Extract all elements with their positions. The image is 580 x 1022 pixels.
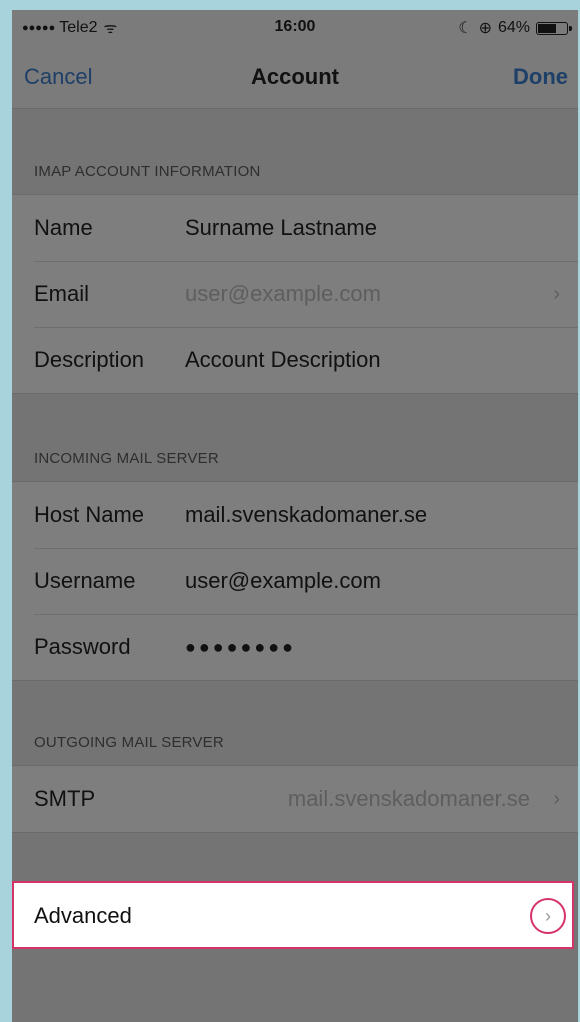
email-label: Email [34, 281, 90, 306]
battery-fill [538, 23, 556, 33]
description-row[interactable]: Description Account Description [12, 327, 578, 393]
outgoing-group: SMTP mail.svenskadomaner.se › [12, 765, 578, 833]
username-row[interactable]: Username user@example.com [12, 548, 578, 614]
phone-screen: ●●●●● Tele2 ᯤ 16:00 ☾ ⊕ 64% Cancel Accou… [12, 10, 578, 1022]
advanced-row[interactable]: Advanced › [12, 881, 574, 949]
email-field[interactable]: user@example.com [185, 281, 381, 307]
navigation-bar: Cancel Account Done [12, 46, 578, 109]
username-label: Username [34, 568, 136, 593]
section-header-imap: IMAP ACCOUNT INFORMATION [34, 163, 261, 180]
smtp-row[interactable]: SMTP mail.svenskadomaner.se › [12, 766, 578, 832]
password-field[interactable]: ●●●●●●●● [185, 637, 296, 658]
host-name-row[interactable]: Host Name mail.svenskadomaner.se [12, 482, 578, 548]
chevron-right-icon: › [545, 905, 551, 926]
name-field[interactable]: Surname Lastname [185, 215, 377, 241]
page-title: Account [251, 64, 339, 89]
status-bar: ●●●●● Tele2 ᯤ 16:00 ☾ ⊕ 64% [12, 10, 578, 46]
page-frame: ●●●●● Tele2 ᯤ 16:00 ☾ ⊕ 64% Cancel Accou… [0, 0, 580, 1022]
chevron-right-icon: › [553, 788, 560, 810]
advanced-label: Advanced [34, 903, 132, 928]
imap-group: Name Surname Lastname Email user@example… [12, 194, 578, 394]
password-row[interactable]: Password ●●●●●●●● [12, 614, 578, 680]
section-header-incoming: INCOMING MAIL SERVER [34, 450, 219, 467]
status-right: ☾ ⊕ 64% [458, 18, 572, 38]
name-row[interactable]: Name Surname Lastname [12, 195, 578, 261]
chevron-right-icon: › [553, 283, 560, 305]
smtp-value: mail.svenskadomaner.se [287, 786, 530, 811]
moon-icon: ☾ [458, 20, 473, 37]
email-row[interactable]: Email user@example.com › [12, 261, 578, 327]
username-field[interactable]: user@example.com [185, 568, 381, 594]
section-header-outgoing: OUTGOING MAIL SERVER [34, 734, 224, 751]
host-name-label: Host Name [34, 502, 145, 527]
description-label: Description [34, 347, 145, 372]
advanced-chevron-icon[interactable]: › [530, 898, 566, 934]
smtp-label: SMTP [34, 786, 96, 811]
incoming-group: Host Name mail.svenskadomaner.se Usernam… [12, 481, 578, 681]
rotation-lock-icon: ⊕ [478, 20, 492, 37]
name-label: Name [34, 215, 93, 240]
done-button[interactable]: Done [513, 64, 568, 90]
battery-icon [536, 21, 572, 35]
password-label: Password [34, 634, 131, 659]
host-name-field[interactable]: mail.svenskadomaner.se [185, 502, 427, 528]
battery-percent: 64% [497, 19, 530, 36]
description-field[interactable]: Account Description [185, 347, 381, 373]
